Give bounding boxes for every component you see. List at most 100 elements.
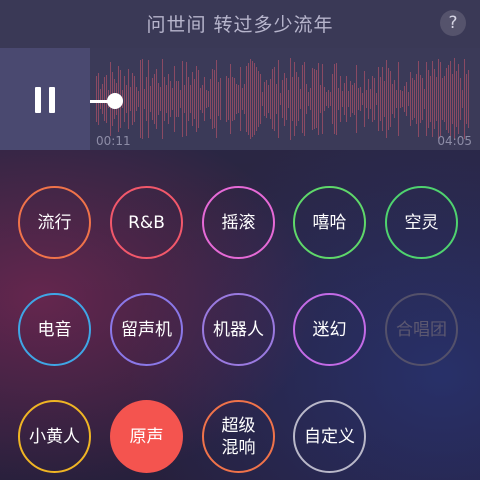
waveform-bar (146, 77, 147, 121)
waveform-player: 00:11 04:05 (0, 48, 480, 150)
waveform-bar (322, 63, 323, 135)
waveform-bar (218, 81, 219, 117)
waveform-bar (254, 62, 255, 136)
pause-button[interactable] (33, 87, 57, 113)
effect-button[interactable]: 自定义 (293, 400, 366, 473)
effect-button[interactable]: 迷幻 (293, 293, 366, 366)
effect-label: 机器人 (213, 319, 264, 340)
waveform-segment (226, 48, 406, 150)
effect-label: 摇滚 (221, 212, 256, 233)
waveform-bar (466, 73, 467, 125)
effect-label: 小黄人 (29, 426, 80, 447)
waveform-bar (256, 66, 257, 132)
help-icon[interactable]: ? (440, 10, 466, 36)
waveform-bar (336, 63, 337, 135)
waveform-bar (366, 89, 367, 109)
effect-button[interactable]: 机器人 (202, 293, 275, 366)
effect-label: 流行 (37, 212, 72, 233)
waveform-bar (310, 87, 311, 111)
waveform-bar (432, 61, 433, 137)
waveform-bar (314, 68, 315, 130)
waveform-bar (96, 75, 97, 123)
waveform-bar (300, 88, 301, 110)
effect-button[interactable]: 电音 (18, 293, 91, 366)
waveform-bar (350, 80, 351, 118)
waveform-bar (342, 91, 343, 107)
effect-label: 自定义 (304, 426, 355, 447)
waveform-bar (362, 92, 363, 106)
waveform-bar (192, 71, 193, 127)
waveform-bar (324, 87, 325, 111)
waveform-bar (268, 85, 269, 113)
effect-button[interactable]: 摇滚 (202, 186, 275, 259)
waveform-bar (246, 66, 247, 132)
waveform-bar (294, 62, 295, 136)
seek-knob[interactable] (107, 93, 123, 109)
waveform-bar (398, 62, 399, 136)
waveform-bar (364, 71, 365, 127)
waveform-bar (194, 78, 195, 120)
waveform-bar (434, 69, 435, 129)
waveform-bar (446, 68, 447, 130)
waveform-bar (408, 91, 409, 107)
effect-button[interactable]: 流行 (18, 186, 91, 259)
waveform-bar (158, 83, 159, 115)
waveform-bar (450, 60, 451, 138)
waveform-bar (308, 92, 309, 106)
waveform-bar (454, 58, 455, 140)
waveform-bar (176, 80, 177, 118)
waveform-bar (212, 69, 213, 129)
waveform-bar (382, 67, 383, 131)
effect-button[interactable]: 留声机 (110, 293, 183, 366)
waveform-bar (288, 89, 289, 109)
waveform-bar (352, 84, 353, 114)
effect-button[interactable]: 空灵 (385, 186, 458, 259)
waveform-bar (348, 90, 349, 108)
waveform-bar (412, 77, 413, 121)
waveform-bar (442, 78, 443, 120)
waveform-bar (418, 61, 419, 137)
waveform-bar (320, 84, 321, 114)
waveform-bar (180, 90, 181, 108)
waveform-bar (292, 77, 293, 121)
waveform-bar (130, 87, 131, 111)
waveform-bar (160, 87, 161, 111)
waveform-bar (200, 88, 201, 110)
waveform-bar (148, 59, 149, 139)
effect-label: R&B (128, 212, 165, 233)
waveform-bar (332, 74, 333, 124)
waveform-bar (100, 88, 101, 110)
effect-button[interactable]: 小黄人 (18, 400, 91, 473)
waveform-bar (198, 70, 199, 128)
waveform-bar (404, 86, 405, 112)
effect-button[interactable]: 原声 (110, 400, 183, 473)
waveform-bar (428, 69, 429, 129)
waveform-bar (216, 59, 217, 139)
waveform-bar (138, 91, 139, 107)
waveform-bar (238, 84, 239, 114)
effect-button[interactable]: 超级 混响 (202, 400, 275, 473)
waveform-bar (244, 83, 245, 115)
waveform-bar (150, 86, 151, 112)
waveform-bar (304, 61, 305, 137)
waveform-bar (276, 83, 277, 115)
waveform-bar (378, 66, 379, 132)
waveform-bar (230, 63, 231, 135)
effect-button[interactable]: 合唱团 (385, 293, 458, 366)
waveform-bar (124, 75, 125, 123)
waveform-bar (262, 92, 263, 106)
effect-button[interactable]: R&B (110, 186, 183, 259)
waveform-bar (264, 81, 265, 117)
waveform-bar (184, 84, 185, 114)
waveform-bar (178, 80, 179, 118)
effect-button[interactable]: 嘻哈 (293, 186, 366, 259)
waveform-bar (228, 77, 229, 121)
waveform-bar (140, 60, 141, 138)
waveform-bar (400, 90, 401, 108)
waveform-bar (236, 83, 237, 115)
waveform-bar (274, 67, 275, 131)
waveform[interactable] (96, 48, 470, 150)
waveform-bar (464, 58, 465, 140)
effect-label: 留声机 (121, 319, 172, 340)
waveform-bar (154, 73, 155, 125)
